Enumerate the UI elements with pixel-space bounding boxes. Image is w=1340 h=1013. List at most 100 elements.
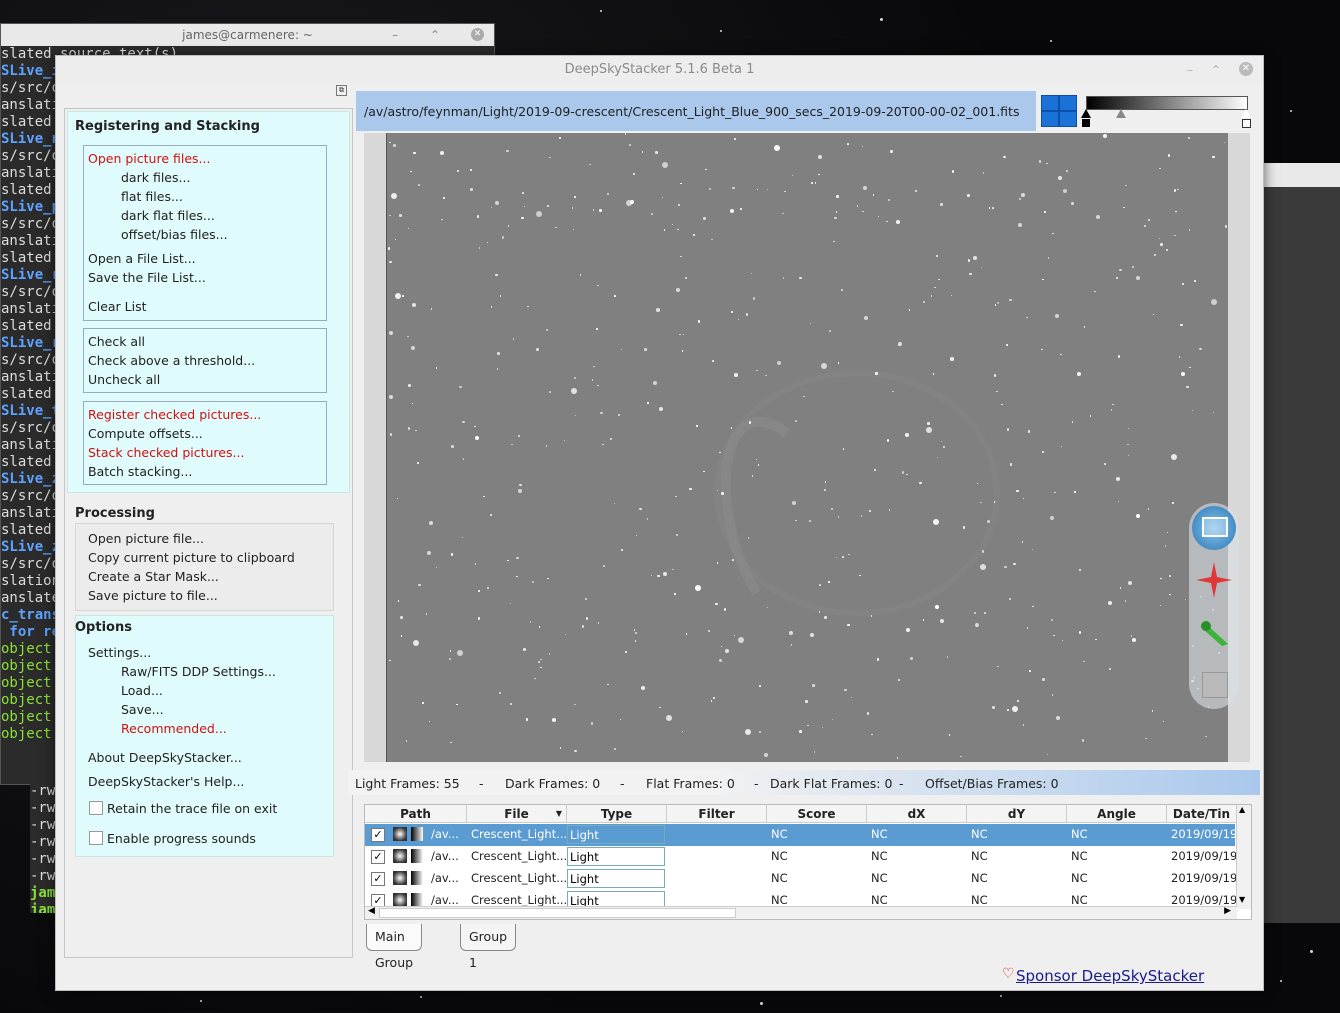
undock-icon[interactable]: ⧉ bbox=[336, 85, 347, 96]
column-header-type[interactable]: Type bbox=[567, 805, 667, 823]
terminal-titlebar[interactable]: james@carmenere: ~ – ⌃ ✕ bbox=[1, 24, 494, 46]
retain-trace-checkbox[interactable] bbox=[89, 801, 103, 815]
scroll-up-icon[interactable]: ▲ bbox=[1239, 805, 1245, 814]
row-checkbox[interactable]: ✓ bbox=[371, 872, 385, 886]
star-edit-tool-icon[interactable] bbox=[1192, 558, 1236, 602]
close-icon[interactable]: ✕ bbox=[1239, 62, 1253, 76]
maximize-icon[interactable]: ⌃ bbox=[1211, 56, 1221, 84]
recommended-settings-link[interactable]: Recommended... bbox=[121, 721, 227, 736]
star-point bbox=[507, 225, 510, 227]
tab-group-1[interactable]: Group 1 bbox=[460, 924, 517, 970]
table-cell-dy: NC bbox=[971, 849, 988, 863]
column-header-filter[interactable]: Filter bbox=[667, 805, 767, 823]
star-point bbox=[987, 520, 990, 523]
retain-trace-label: Retain the trace file on exit bbox=[107, 801, 278, 816]
column-header-path[interactable]: Path bbox=[365, 805, 467, 823]
terminal-window-buttons[interactable]: – ⌃ bbox=[392, 24, 454, 46]
open-picture-file-link[interactable]: Open picture file... bbox=[88, 531, 204, 546]
raw-fits-settings-link[interactable]: Raw/FITS DDP Settings... bbox=[121, 664, 276, 679]
column-header-dy[interactable]: dY bbox=[967, 805, 1067, 823]
star-point bbox=[819, 584, 821, 586]
help-link[interactable]: DeepSkyStacker's Help... bbox=[88, 774, 244, 789]
compute-offsets-link[interactable]: Compute offsets... bbox=[88, 426, 203, 441]
star-point bbox=[574, 749, 577, 753]
create-star-mask-link[interactable]: Create a Star Mask... bbox=[88, 569, 219, 584]
about-link[interactable]: About DeepSkyStacker... bbox=[88, 750, 242, 765]
check-above-threshold-link[interactable]: Check above a threshold... bbox=[88, 353, 255, 368]
deepskystacker-window[interactable]: DeepSkyStacker 5.1.6 Beta 1 – ⌃ ✕ ⧉ Regi… bbox=[55, 55, 1264, 991]
tool-palette bbox=[1189, 503, 1239, 709]
batch-stacking-link[interactable]: Batch stacking... bbox=[88, 464, 192, 479]
dark-flat-files-link[interactable]: dark flat files... bbox=[121, 208, 215, 223]
table-row[interactable]: ✓ /av... Crescent_Light... Light NC NC NC NC 201… bbox=[365, 846, 1237, 868]
black-point-slider[interactable] bbox=[1081, 109, 1091, 118]
star-point bbox=[451, 445, 454, 448]
offset-bias-files-link[interactable]: offset/bias files... bbox=[121, 227, 228, 242]
star-point bbox=[824, 481, 827, 483]
star-point bbox=[831, 508, 833, 510]
star-point bbox=[930, 295, 933, 297]
star-point bbox=[1108, 600, 1112, 605]
gamma-gradient-bar[interactable] bbox=[1086, 96, 1248, 110]
progress-sounds-checkbox[interactable] bbox=[89, 831, 103, 845]
save-picture-link[interactable]: Save picture to file... bbox=[88, 588, 218, 603]
heart-icon: ♡ bbox=[1002, 966, 1015, 982]
image-viewer[interactable] bbox=[386, 133, 1228, 762]
star-point bbox=[1104, 463, 1106, 465]
window-titlebar[interactable]: DeepSkyStacker 5.1.6 Beta 1 – ⌃ ✕ bbox=[56, 56, 1263, 84]
row-checkbox[interactable]: ✓ bbox=[371, 828, 385, 842]
column-header-date[interactable]: Date/Tin bbox=[1167, 805, 1237, 823]
row-checkbox[interactable]: ✓ bbox=[371, 850, 385, 864]
select-zone-tool-icon[interactable] bbox=[1192, 506, 1236, 550]
check-all-link[interactable]: Check all bbox=[88, 334, 145, 349]
comet-tool-icon[interactable] bbox=[1192, 610, 1236, 654]
load-settings-link[interactable]: Load... bbox=[121, 683, 163, 698]
save-edits-icon[interactable] bbox=[1192, 662, 1236, 706]
uncheck-all-link[interactable]: Uncheck all bbox=[88, 372, 160, 387]
column-header-dx[interactable]: dX bbox=[867, 805, 967, 823]
star-point bbox=[1058, 175, 1063, 180]
save-settings-link[interactable]: Save... bbox=[121, 702, 164, 717]
table-row[interactable]: ✓ /av... Crescent_Light... Light NC NC NC NC 201… bbox=[365, 868, 1237, 890]
scroll-down-icon[interactable]: ▼ bbox=[1239, 895, 1245, 904]
column-header-file[interactable]: File ▼ bbox=[467, 805, 567, 823]
column-header-angle[interactable]: Angle bbox=[1067, 805, 1167, 823]
dark-files-link[interactable]: dark files... bbox=[121, 170, 190, 185]
table-horizontal-scrollbar[interactable]: ◀ ▶ bbox=[365, 906, 1237, 919]
open-file-list-link[interactable]: Open a File List... bbox=[88, 251, 196, 266]
table-vertical-scrollbar[interactable]: ▲ ▼ bbox=[1236, 805, 1251, 909]
terminal-close-icon[interactable]: ✕ bbox=[471, 28, 484, 41]
midtone-slider[interactable] bbox=[1116, 109, 1126, 118]
star-point bbox=[675, 288, 680, 293]
column-header-score[interactable]: Score bbox=[767, 805, 867, 823]
scroll-right-icon[interactable]: ▶ bbox=[1224, 906, 1231, 916]
table-row[interactable]: ✓ /av... Crescent_Light... Light NC NC NC NC 201… bbox=[365, 824, 1237, 846]
four-corners-icon[interactable] bbox=[1041, 95, 1077, 127]
star-point bbox=[393, 144, 396, 147]
file-list-table[interactable]: Path File ▼ Type Filter Score dX dY Angle… bbox=[364, 804, 1252, 920]
minimize-icon[interactable]: – bbox=[1187, 56, 1193, 84]
nebula-shell bbox=[714, 370, 1000, 616]
type-selector[interactable]: Light bbox=[567, 825, 665, 844]
register-checked-link[interactable]: Register checked pictures... bbox=[88, 407, 261, 422]
options-header: Options bbox=[75, 620, 132, 635]
type-selector[interactable]: Light bbox=[567, 869, 665, 888]
star-point bbox=[490, 514, 492, 516]
white-point-slider[interactable] bbox=[1241, 109, 1251, 118]
settings-link[interactable]: Settings... bbox=[88, 645, 151, 660]
scroll-left-icon[interactable]: ◀ bbox=[368, 906, 375, 916]
open-picture-files-link[interactable]: Open picture files... bbox=[88, 151, 210, 166]
flat-files-link[interactable]: flat files... bbox=[121, 189, 183, 204]
star-point bbox=[1071, 202, 1074, 205]
stack-checked-link[interactable]: Stack checked pictures... bbox=[88, 445, 244, 460]
horizontal-scroll-thumb[interactable] bbox=[379, 908, 736, 918]
sponsor-link[interactable]: Sponsor DeepSkyStacker bbox=[1016, 967, 1204, 985]
tab-main-group[interactable]: Main Group bbox=[366, 924, 423, 970]
clear-list-link[interactable]: Clear List bbox=[88, 299, 147, 314]
star-point bbox=[807, 724, 809, 727]
star-point bbox=[814, 182, 817, 184]
copy-to-clipboard-link[interactable]: Copy current picture to clipboard bbox=[88, 550, 295, 565]
type-selector[interactable]: Light bbox=[567, 847, 665, 866]
star-point bbox=[705, 168, 707, 171]
save-file-list-link[interactable]: Save the File List... bbox=[88, 270, 206, 285]
